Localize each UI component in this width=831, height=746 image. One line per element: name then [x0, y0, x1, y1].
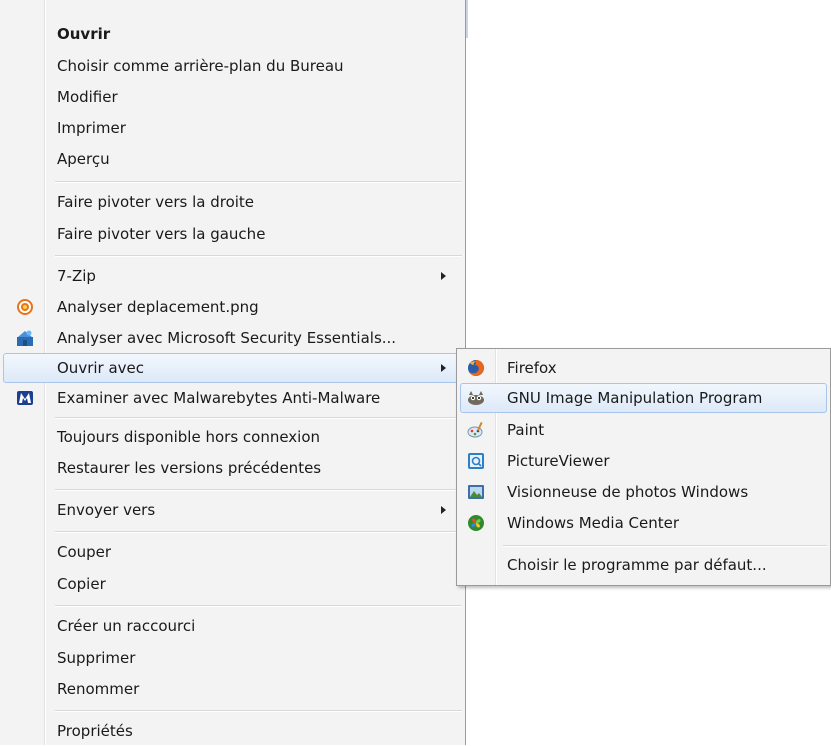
- submenu-arrow-icon: [441, 272, 446, 280]
- menu-item-label: Propriétés: [57, 722, 133, 740]
- menu-item-label: Faire pivoter vers la droite: [57, 193, 255, 211]
- menu-separator: [55, 710, 462, 712]
- submenu-arrow-icon: [441, 364, 446, 372]
- menu-item-label: Ouvrir avec: [57, 359, 145, 377]
- firefox-icon: [467, 359, 485, 377]
- menu-item-rotate-right[interactable]: Faire pivoter vers la droite: [0, 187, 462, 217]
- menu-item-label: Toujours disponible hors connexion: [57, 428, 321, 446]
- menu-item-apercu[interactable]: Aperçu: [0, 144, 462, 174]
- paint-icon: [467, 421, 485, 439]
- menu-item-label: Examiner avec Malwarebytes Anti-Malware: [57, 389, 381, 407]
- menu-item-label: Renommer: [57, 680, 140, 698]
- submenu-item-choose-default-program[interactable]: Choisir le programme par défaut...: [457, 550, 830, 580]
- menu-item-label: Supprimer: [57, 649, 136, 667]
- menu-item-always-offline[interactable]: Toujours disponible hors connexion: [0, 422, 462, 452]
- menu-item-label: Imprimer: [57, 119, 126, 137]
- photo-viewer-icon: [467, 483, 485, 501]
- submenu-item-media-center[interactable]: Windows Media Center: [457, 508, 830, 538]
- menu-item-send-to[interactable]: Envoyer vers: [0, 495, 462, 525]
- menu-item-label: Modifier: [57, 88, 118, 106]
- menu-item-open-with[interactable]: Ouvrir avec: [3, 353, 458, 383]
- menu-item-rotate-left[interactable]: Faire pivoter vers la gauche: [0, 219, 462, 249]
- menu-separator: [55, 417, 462, 419]
- menu-item-label: Envoyer vers: [57, 501, 156, 519]
- submenu-item-firefox[interactable]: Firefox: [457, 353, 830, 383]
- menu-item-label: Copier: [57, 575, 106, 593]
- menu-item-delete[interactable]: Supprimer: [0, 643, 462, 673]
- menu-item-label: Analyser avec Microsoft Security Essenti…: [57, 329, 397, 347]
- menu-item-label: Couper: [57, 543, 112, 561]
- menu-item-security-essentials[interactable]: Analyser avec Microsoft Security Essenti…: [0, 323, 462, 353]
- submenu-item-label: GNU Image Manipulation Program: [507, 389, 763, 407]
- submenu-item-label: Firefox: [507, 359, 557, 377]
- open-with-submenu: Firefox GNU Image Manipulation Program P…: [456, 348, 831, 586]
- menu-item-cut[interactable]: Couper: [0, 537, 462, 567]
- menu-item-label: Analyser deplacement.png: [57, 298, 259, 316]
- menu-item-ouvrir[interactable]: Ouvrir: [0, 19, 462, 49]
- menu-separator: [55, 489, 462, 491]
- security-essentials-icon: [16, 329, 34, 347]
- menu-separator: [55, 605, 462, 607]
- menu-item-label: Ouvrir: [57, 25, 111, 43]
- menu-item-modifier[interactable]: Modifier: [0, 82, 462, 112]
- menu-item-7zip[interactable]: 7-Zip: [0, 261, 462, 291]
- submenu-item-paint[interactable]: Paint: [457, 415, 830, 445]
- submenu-item-label: Choisir le programme par défaut...: [507, 556, 767, 574]
- menu-item-label: Faire pivoter vers la gauche: [57, 225, 266, 243]
- menu-separator: [55, 255, 462, 257]
- menu-item-restore-versions[interactable]: Restaurer les versions précédentes: [0, 453, 462, 483]
- menu-item-create-shortcut[interactable]: Créer un raccourci: [0, 611, 462, 641]
- media-center-icon: [467, 514, 485, 532]
- menu-item-rename[interactable]: Renommer: [0, 674, 462, 704]
- submenu-item-label: Visionneuse de photos Windows: [507, 483, 749, 501]
- submenu-item-pictureviewer[interactable]: PictureViewer: [457, 446, 830, 476]
- gimp-icon: [467, 389, 485, 407]
- pictureviewer-icon: [467, 452, 485, 470]
- menu-item-analyze-file[interactable]: Analyser deplacement.png: [0, 292, 462, 322]
- context-menu: Ouvrir Choisir comme arrière-plan du Bur…: [0, 0, 466, 745]
- menu-item-properties[interactable]: Propriétés: [0, 716, 462, 746]
- menu-separator: [55, 181, 462, 183]
- menu-item-label: Aperçu: [57, 150, 110, 168]
- menu-item-label: Restaurer les versions précédentes: [57, 459, 322, 477]
- malwarebytes-icon: [16, 389, 34, 407]
- window-edge: [466, 0, 468, 38]
- menu-item-set-desktop-background[interactable]: Choisir comme arrière-plan du Bureau: [0, 51, 462, 81]
- menu-item-label: 7-Zip: [57, 267, 96, 285]
- submenu-item-label: Windows Media Center: [507, 514, 680, 532]
- antivirus-scan-icon: [16, 298, 34, 316]
- menu-separator: [55, 531, 462, 533]
- menu-item-copy[interactable]: Copier: [0, 569, 462, 599]
- menu-item-malwarebytes[interactable]: Examiner avec Malwarebytes Anti-Malware: [0, 383, 462, 413]
- menu-item-label: Choisir comme arrière-plan du Bureau: [57, 57, 344, 75]
- menu-item-label: Créer un raccourci: [57, 617, 196, 635]
- submenu-arrow-icon: [441, 506, 446, 514]
- menu-item-imprimer[interactable]: Imprimer: [0, 113, 462, 143]
- submenu-item-gimp[interactable]: GNU Image Manipulation Program: [460, 383, 827, 413]
- submenu-separator: [503, 545, 827, 547]
- submenu-item-label: Paint: [507, 421, 545, 439]
- submenu-item-label: PictureViewer: [507, 452, 610, 470]
- submenu-item-photo-viewer[interactable]: Visionneuse de photos Windows: [457, 477, 830, 507]
